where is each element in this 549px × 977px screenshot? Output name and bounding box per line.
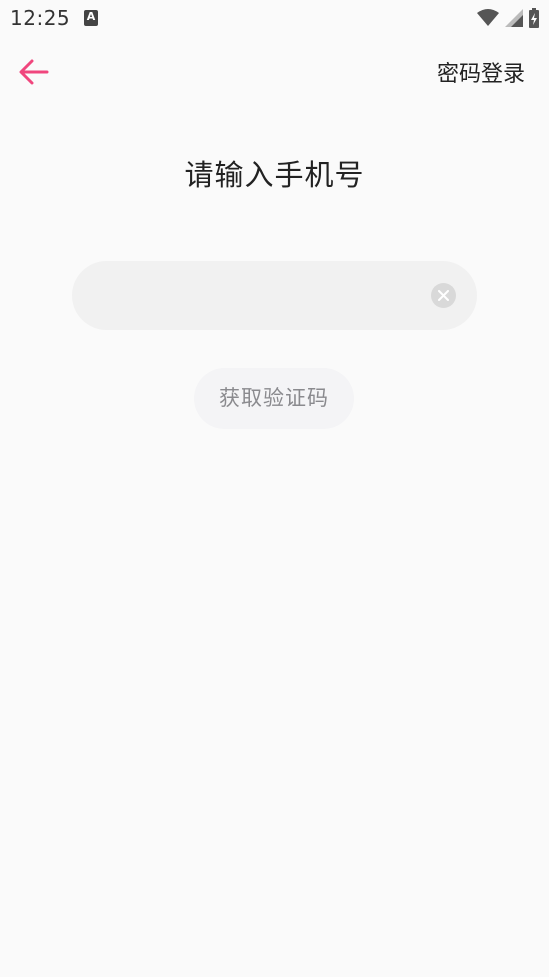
status-bar: 12:25 A — [0, 0, 549, 36]
phone-input[interactable] — [102, 261, 426, 332]
clear-input-button[interactable] — [431, 283, 456, 308]
status-time: 12:25 — [10, 6, 71, 30]
nav-bar: 密码登录 — [0, 40, 549, 104]
accessibility-a-icon: A — [84, 10, 98, 26]
password-login-link[interactable]: 密码登录 — [437, 56, 525, 88]
battery-charging-icon — [529, 8, 539, 28]
clear-circle-icon — [438, 290, 449, 301]
wifi-icon — [477, 9, 499, 26]
page-title: 请输入手机号 — [184, 158, 365, 192]
get-verification-code-button[interactable]: 获取验证码 — [194, 368, 354, 429]
phone-input-container — [72, 261, 477, 332]
arrow-left-icon — [19, 59, 49, 85]
status-icons — [477, 8, 539, 28]
signal-icon — [505, 9, 523, 27]
back-button[interactable] — [12, 50, 56, 94]
